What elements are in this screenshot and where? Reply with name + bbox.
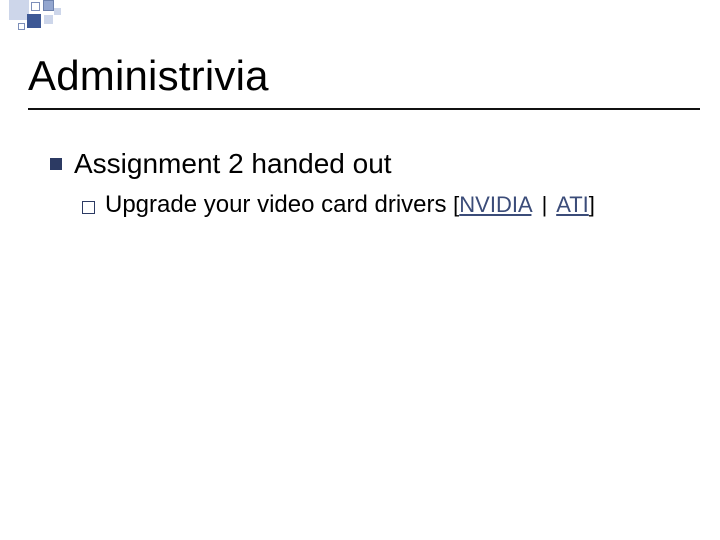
bullet-level1: Assignment 2 handed out — [50, 148, 680, 180]
link-nvidia[interactable]: NVIDIA — [459, 192, 531, 217]
square-bullet-icon — [50, 158, 62, 170]
bracket-close: ] — [589, 192, 595, 217]
link-ati[interactable]: ATI — [556, 192, 589, 217]
slide: Administrivia Assignment 2 handed out Up… — [0, 0, 720, 540]
title-underline — [28, 108, 700, 110]
bullet-level2-text: Upgrade your video card drivers [NVIDIA … — [105, 190, 595, 220]
driver-links: [NVIDIA | ATI] — [453, 192, 595, 217]
link-separator: | — [542, 192, 548, 217]
corner-decoration — [0, 0, 110, 40]
slide-body: Assignment 2 handed out Upgrade your vid… — [50, 148, 680, 220]
bullet-level2-prefix: Upgrade your video card drivers — [105, 191, 447, 218]
hollow-square-bullet-icon — [82, 201, 95, 214]
slide-title: Administrivia — [28, 52, 269, 100]
bullet-level2: Upgrade your video card drivers [NVIDIA … — [82, 190, 680, 220]
bullet-level1-text: Assignment 2 handed out — [74, 148, 392, 180]
